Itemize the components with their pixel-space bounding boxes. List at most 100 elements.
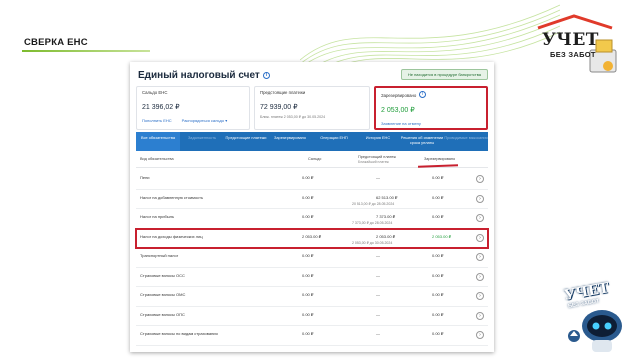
tab-history[interactable]: История ЕНС <box>356 132 400 151</box>
table-row[interactable]: Пени 0.00 ₽ — 0.00 ₽ › <box>136 170 488 190</box>
info-icon[interactable]: i <box>419 91 427 98</box>
upcoming-value: 72 939,00 ₽ <box>260 104 298 111</box>
logo-subtext: БЕЗ ЗАБОТ <box>550 50 596 59</box>
obligation-name: Страховые взносы ОПС <box>140 311 185 317</box>
col-saldo: Сальдо <box>308 157 322 161</box>
table-row[interactable]: Страховые взносы ОМС 0.00 ₽ — 0.00 ₽ › <box>136 287 488 307</box>
chevron-right-icon[interactable]: › <box>476 214 484 222</box>
upcoming-cell: — <box>376 292 380 297</box>
saldo-cell: 0.00 ₽ <box>302 253 314 258</box>
upcoming-cell: — <box>376 175 380 180</box>
tab-operations[interactable]: Операции ЕНП <box>312 132 356 151</box>
reserved-cell: 0.00 ₽ <box>432 292 444 297</box>
chevron-right-icon[interactable]: › <box>476 175 484 183</box>
page-title-text: Единый налоговый счет <box>138 70 260 81</box>
reserved-cell: 0.00 ₽ <box>432 331 444 336</box>
saldo-cell: 0.00 ₽ <box>302 175 314 180</box>
saldo-cell: 0.00 ₽ <box>302 292 314 297</box>
upcoming-cell: — <box>376 331 380 336</box>
ens-screenshot: Единый налоговый счет i Не находится в пр… <box>130 62 494 352</box>
table-row[interactable]: Налог на добавленную стоимость 0.00 ₽ 62 5… <box>136 190 488 209</box>
upcoming-cell: 2 053.00 ₽ <box>376 233 396 239</box>
chevron-right-icon[interactable]: › <box>476 311 484 320</box>
obligation-name: Страховые взносы по видам страхования <box>140 331 218 336</box>
chevron-right-icon[interactable]: › <box>476 194 484 203</box>
obligation-name: Транспортный налог <box>140 253 179 258</box>
top-up-link[interactable]: Пополнить ЕНС <box>142 118 172 123</box>
obligation-name: Страховые взносы ОСС <box>140 272 185 278</box>
obligation-name: Налог на доходы физических лиц <box>140 233 203 239</box>
bankruptcy-status-badge: Не находится в процедуре банкротства <box>400 69 488 80</box>
table-row[interactable]: Страховые взносы ОСС 0.00 ₽ — 0.00 ₽ › <box>136 268 488 287</box>
table-row[interactable]: Страховые взносы по видам страхования 0.0… <box>136 326 488 346</box>
table-row[interactable]: Налог на прибыль 0.00 ₽ 7 373.00 ₽ 7 373,00… <box>136 209 488 229</box>
reserved-cell: 0.00 ₽ <box>432 214 444 219</box>
reserved-cell: 2 053.00 ₽ <box>432 233 452 239</box>
saldo-cell: 0.00 ₽ <box>302 311 314 317</box>
reserved-cell: 0.00 ₽ <box>432 253 444 258</box>
upcoming-sub-cell: 2 053,00 ₽ до 30.05.2024 <box>352 240 393 245</box>
reserved-card: Зарезервировано i 2 053,00 ₽ Заявление на… <box>374 86 488 130</box>
brand-logo: УЧЕТ БЕЗ ЗАБОТ <box>528 14 620 76</box>
upcoming-sub: Ближ. платеж 2 053,00 ₽ до 30.05.2024 <box>260 115 326 119</box>
saldo-cell: 2 053.00 ₽ <box>302 233 322 239</box>
upcoming-sub-cell: 7 373,00 ₽ до 28.05.2024 <box>352 221 393 225</box>
obligation-name: Налог на добавленную стоимость <box>140 194 204 200</box>
upcoming-cell: — <box>376 253 380 258</box>
col-upcoming-text: Предстоящий платеж <box>358 155 396 159</box>
upcoming-cell: — <box>376 272 380 278</box>
obligation-name: Пени <box>140 175 150 180</box>
saldo-cell: 0.00 ₽ <box>302 331 314 336</box>
chevron-right-icon[interactable]: › <box>476 272 484 281</box>
slide-title: СВЕРКА ЕНС <box>24 37 88 48</box>
page-title: Единый налоговый счет i <box>138 70 270 81</box>
upcoming-sub-cell: 20 513,00 ₽ до 28.05.2024 <box>352 201 395 206</box>
title-underline <box>22 50 150 52</box>
reserved-cell: 0.00 ₽ <box>432 175 444 180</box>
reserved-label: Зарезервировано i <box>381 91 481 98</box>
chevron-down-icon: ▾ <box>225 118 228 123</box>
reserved-cell: 0.00 ₽ <box>432 272 444 278</box>
decorative-waves <box>300 4 560 70</box>
upcoming-card: Предстоящие платежи 72 939,00 ₽ Ближ. пл… <box>254 86 370 130</box>
tab-all[interactable]: Все обязательства <box>136 132 180 151</box>
saldo-cell: 0.00 ₽ <box>302 214 314 219</box>
tab-collections[interactable]: Проводимые взыскания <box>444 132 488 151</box>
chevron-right-icon[interactable]: › <box>476 233 484 242</box>
table-row[interactable]: Транспортный налог 0.00 ₽ — 0.00 ₽ › <box>136 248 488 268</box>
reserved-value: 2 053,00 ₽ <box>381 107 415 114</box>
tab-debt[interactable]: Задолженность <box>180 132 224 151</box>
reserved-cell: 0.00 ₽ <box>432 311 444 317</box>
tab-upcoming[interactable]: Предстоящие платежи <box>224 132 268 151</box>
saldo-value: 21 396,02 ₽ <box>142 104 180 111</box>
col-type: Вид обязательства <box>140 157 174 161</box>
saldo-cell: 0.00 ₽ <box>302 194 314 200</box>
upcoming-cell: 62 513.00 ₽ <box>376 194 398 200</box>
col-upcoming: Предстоящий платеж Ближайший платеж <box>358 155 396 164</box>
saldo-cell: 0.00 ₽ <box>302 272 314 278</box>
saldo-card: Сальдо ЕНС 21 396,02 ₽ Пополнить ЕНС Расп… <box>136 86 250 130</box>
saldo-label: Сальдо ЕНС <box>142 90 168 95</box>
cancel-application-link[interactable]: Заявление на отмену <box>381 121 481 126</box>
dispose-saldo-text: Распорядиться сальдо <box>181 118 225 123</box>
obligation-name: Налог на прибыль <box>140 214 175 219</box>
col-reserved: Зарезервировано <box>424 157 456 161</box>
robot-mascot: УЧЕТ БЕЗ ЗАБОТ <box>560 276 636 356</box>
chevron-right-icon[interactable]: › <box>476 253 484 261</box>
chevron-right-icon[interactable]: › <box>476 292 484 300</box>
reserved-label-text: Зарезервировано <box>381 93 417 98</box>
upcoming-label: Предстоящие платежи <box>260 90 306 95</box>
chevron-right-icon[interactable]: › <box>476 331 484 339</box>
table-row[interactable]: Страховые взносы ОПС 0.00 ₽ — 0.00 ₽ › <box>136 307 488 326</box>
table-row[interactable]: Налог на доходы физических лиц 2 053.00 ₽… <box>135 227 489 249</box>
info-icon[interactable]: i <box>262 72 270 79</box>
obligation-name: Страховые взносы ОМС <box>140 292 186 297</box>
dispose-saldo-link[interactable]: Распорядиться сальдо ▾ <box>182 118 228 123</box>
tab-deferral[interactable]: Решения об изменении срока уплаты <box>400 132 444 151</box>
tab-bar: Все обязательства Задолженность Предстоя… <box>136 132 488 151</box>
upcoming-cell: — <box>376 311 380 317</box>
col-upcoming-sub: Ближайший платеж <box>358 159 389 164</box>
reserved-cell: 0.00 ₽ <box>432 194 444 200</box>
upcoming-cell: 7 373.00 ₽ <box>376 214 396 219</box>
tab-reserved[interactable]: Зарезервировано <box>268 132 312 151</box>
